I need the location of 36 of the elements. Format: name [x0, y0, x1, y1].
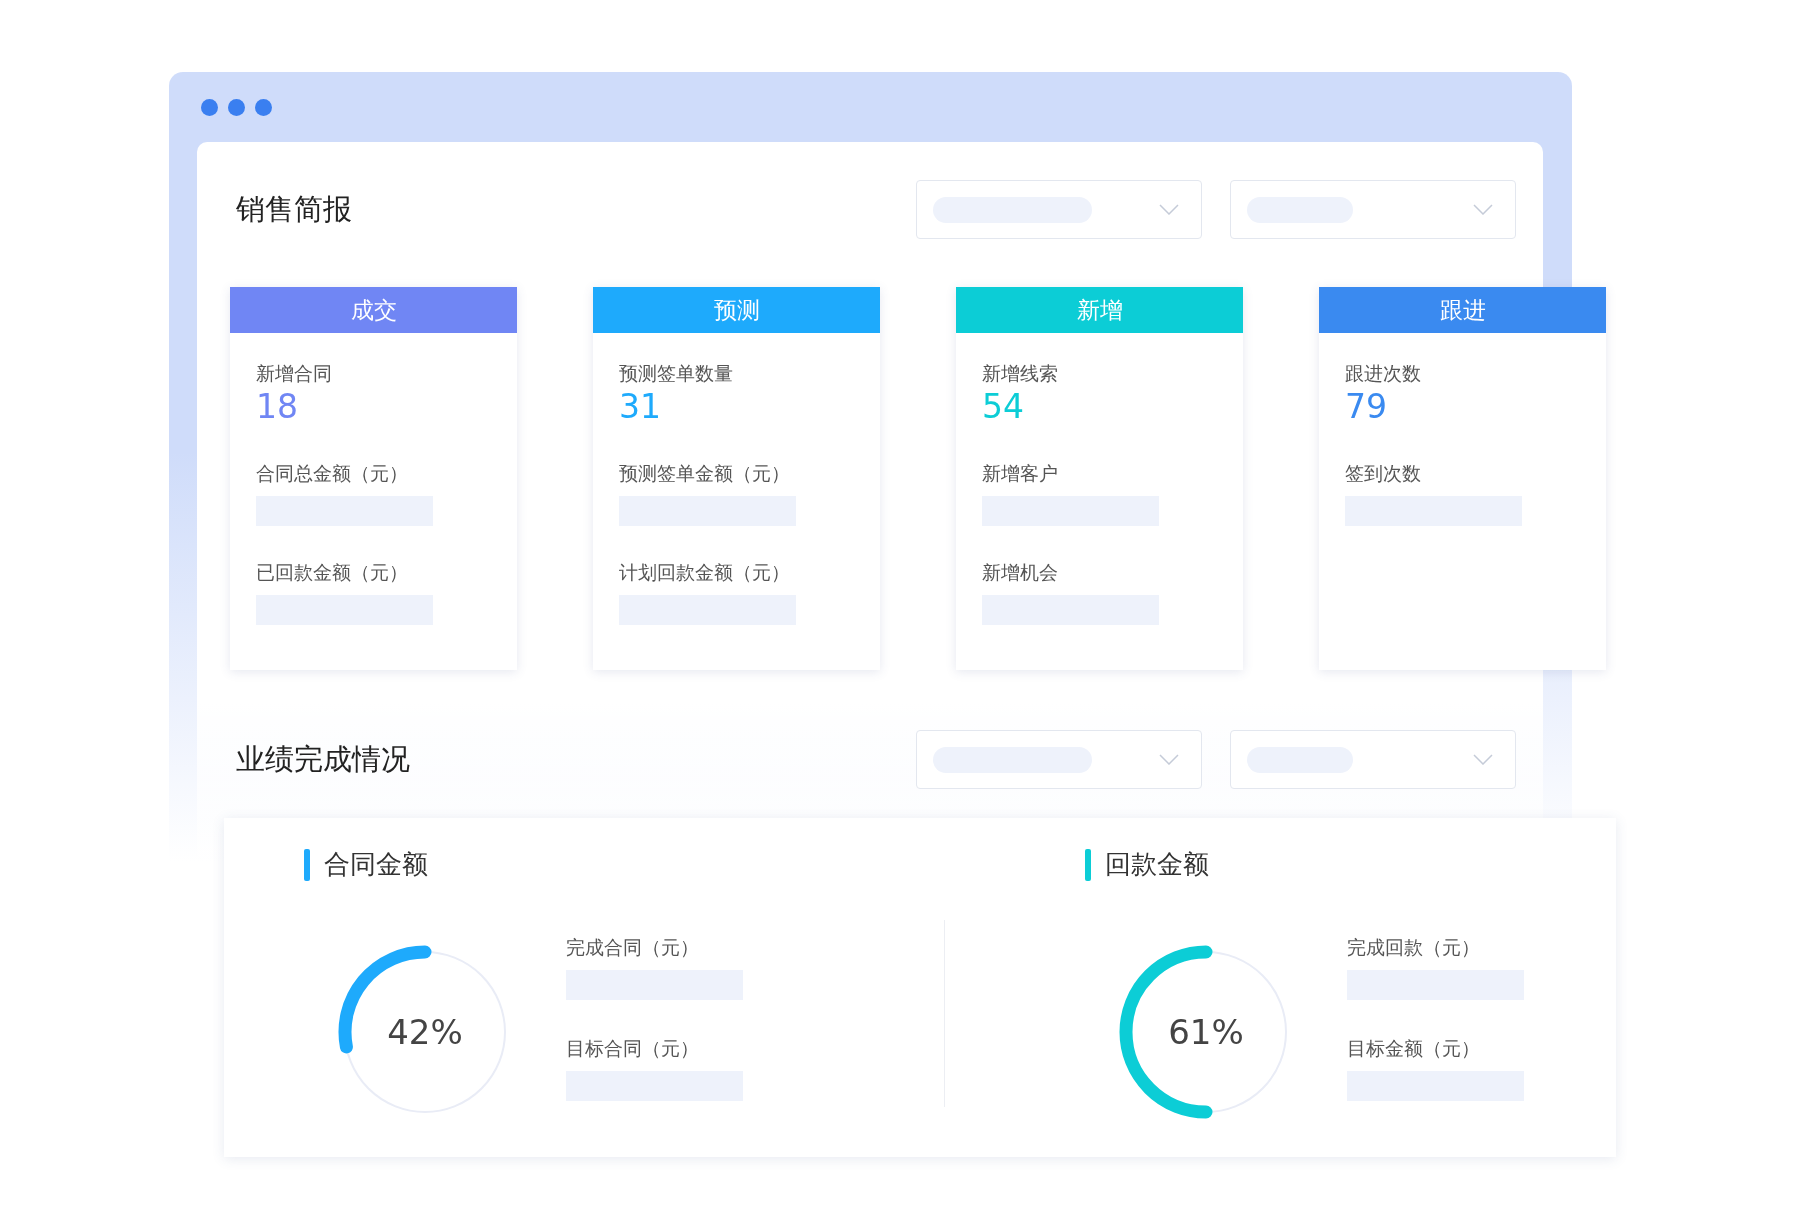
section-title: 销售简报	[236, 190, 353, 228]
dropdown[interactable]	[1230, 180, 1516, 239]
field-label: 完成合同（元）	[566, 935, 700, 959]
stat-value: 79	[1345, 387, 1388, 427]
stat-label: 新增机会	[982, 560, 1059, 584]
stat-value: 54	[982, 387, 1025, 427]
stat-label: 合同总金额（元）	[256, 461, 409, 485]
panel-title: 回款金额	[1105, 848, 1209, 881]
card-header: 预测	[593, 287, 880, 333]
dropdown[interactable]	[1230, 730, 1516, 789]
stat-label: 跟进次数	[1345, 361, 1422, 385]
stat-label: 签到次数	[1345, 461, 1422, 485]
stat-label: 预测签单金额（元）	[619, 461, 791, 485]
stat-label: 计划回款金额（元）	[619, 560, 791, 584]
dropdown[interactable]	[916, 180, 1202, 239]
field-label: 完成回款（元）	[1347, 935, 1481, 959]
card-header: 新增	[956, 287, 1243, 333]
stat-value: 18	[256, 387, 299, 427]
chevron-down-icon	[1473, 754, 1493, 765]
card-header: 跟进	[1319, 287, 1606, 333]
stat-label: 新增客户	[982, 461, 1059, 485]
stat-label: 新增线索	[982, 361, 1059, 385]
field-label: 目标金额（元）	[1347, 1036, 1481, 1060]
chevron-down-icon	[1473, 204, 1493, 215]
percent-text: 42%	[387, 1010, 463, 1054]
card-header: 成交	[230, 287, 517, 333]
dropdown[interactable]	[916, 730, 1202, 789]
chevron-down-icon	[1159, 754, 1179, 765]
stat-label: 新增合同	[256, 361, 333, 385]
chevron-down-icon	[1159, 204, 1179, 215]
panel-title: 合同金额	[324, 848, 428, 881]
section-title: 业绩完成情况	[236, 740, 411, 778]
stat-label: 已回款金额（元）	[256, 560, 409, 584]
stat-value: 31	[619, 387, 662, 427]
field-label: 目标合同（元）	[566, 1036, 700, 1060]
stat-label: 预测签单数量	[619, 361, 734, 385]
